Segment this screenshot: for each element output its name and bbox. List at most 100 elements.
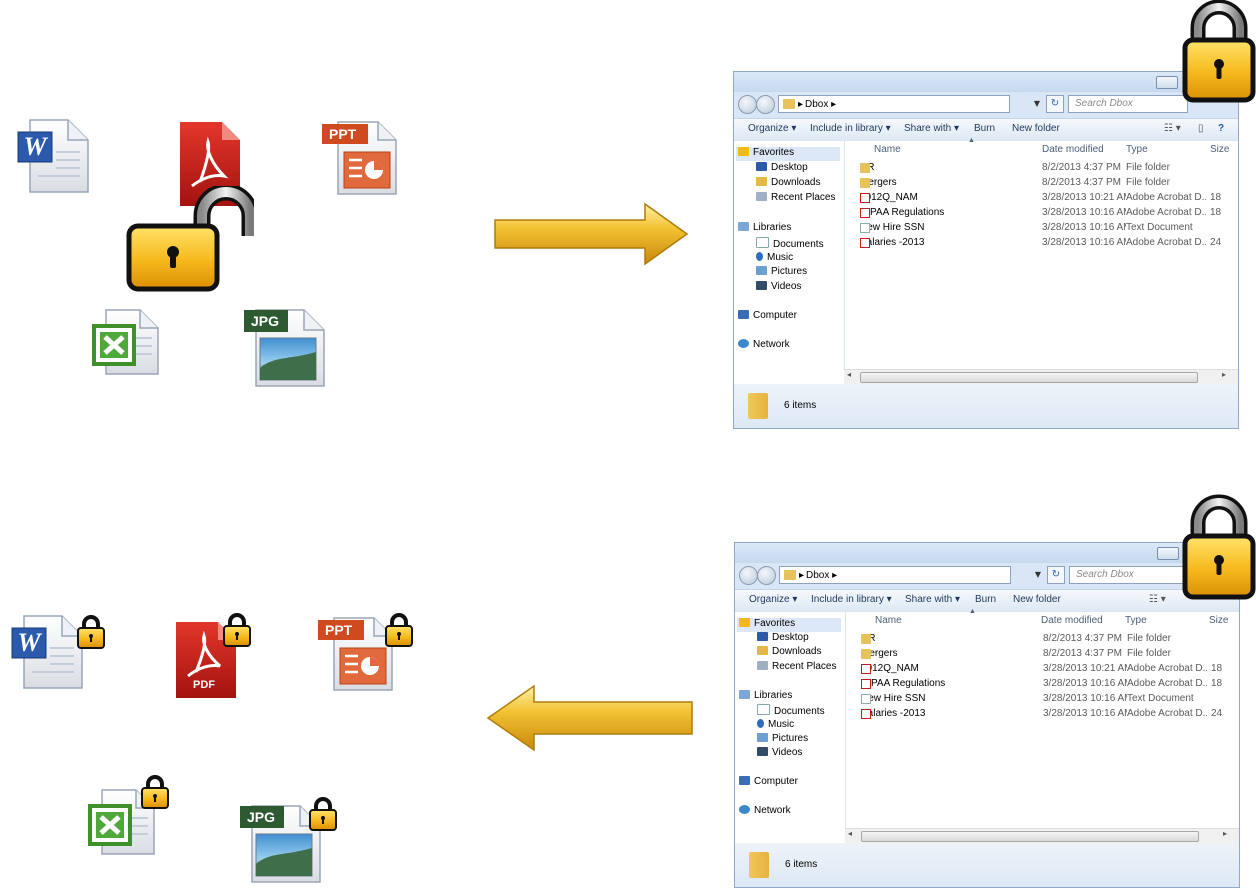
nav-item-music[interactable]: Music xyxy=(757,719,794,730)
table-row[interactable]: Salaries -2013 3/28/2013 10:16 AM Adobe Ac… xyxy=(844,236,1238,251)
file-name-cell[interactable]: 2012Q_NAM xyxy=(861,663,919,674)
nav-item-computer[interactable]: Computer xyxy=(738,310,797,321)
include-in-library-menu[interactable]: Include in library ▾ xyxy=(810,123,891,134)
back-button[interactable] xyxy=(738,95,757,114)
nav-item-favorites[interactable]: Favorites xyxy=(736,147,840,161)
table-row[interactable]: HIPAA Regulations 3/28/2013 10:16 AM Adobe… xyxy=(844,206,1238,221)
burn-button[interactable]: Burn xyxy=(974,123,995,134)
view-options-icon[interactable]: ☷ ▾ xyxy=(1149,594,1166,605)
help-icon[interactable]: ? xyxy=(1218,123,1224,134)
new-folder-button[interactable]: New folder xyxy=(1012,123,1060,134)
table-row[interactable]: Mergers 8/2/2013 4:37 PM File folder xyxy=(844,176,1238,191)
table-row[interactable]: Salaries -2013 3/28/2013 10:16 AM Adobe Ac… xyxy=(845,707,1239,722)
refresh-button[interactable]: ↻ xyxy=(1047,566,1065,584)
nav-item-downloads[interactable]: Downloads xyxy=(756,177,820,188)
table-row[interactable]: 2012Q_NAM 3/28/2013 10:21 AM Adobe Acrobat… xyxy=(845,662,1239,677)
file-name-cell[interactable]: Salaries -2013 xyxy=(861,708,925,719)
back-button[interactable] xyxy=(739,566,758,585)
file-name: HIPAA Regulations xyxy=(860,207,945,218)
organize-menu[interactable]: Organize ▾ xyxy=(748,123,796,134)
share-with-menu[interactable]: Share with ▾ xyxy=(905,594,960,605)
column-date-modified[interactable]: Date modified xyxy=(1041,615,1103,626)
file-name-cell[interactable]: HIPAA Regulations xyxy=(860,207,944,218)
pictures-icon xyxy=(756,266,767,275)
file-name-cell[interactable]: HR xyxy=(860,162,874,173)
table-row[interactable]: New Hire SSN 3/28/2013 10:16 AM Text Docum… xyxy=(844,221,1238,236)
file-name-cell[interactable]: New Hire SSN xyxy=(860,222,924,233)
column-size[interactable]: Size xyxy=(1209,615,1228,626)
nav-item-desktop[interactable]: Desktop xyxy=(757,632,809,643)
horizontal-scrollbar[interactable]: ◂ ▸ xyxy=(845,828,1239,843)
address-dropdown-icon[interactable]: ▼ xyxy=(1030,95,1044,113)
nav-item-videos[interactable]: Videos xyxy=(756,281,801,292)
share-with-menu[interactable]: Share with ▾ xyxy=(904,123,959,134)
path-chevron-icon: ▸ xyxy=(831,99,837,110)
table-row[interactable]: HIPAA Regulations 3/28/2013 10:16 AM Adobe… xyxy=(845,677,1239,692)
scroll-right-icon[interactable]: ▸ xyxy=(1223,829,1227,838)
nav-item-recent-places[interactable]: Recent Places xyxy=(756,192,835,203)
nav-item-recent-places[interactable]: Recent Places xyxy=(757,661,836,672)
pdf-file-icon xyxy=(861,679,871,689)
refresh-button[interactable]: ↻ xyxy=(1046,95,1064,113)
file-name-cell[interactable]: Mergers xyxy=(860,177,897,188)
table-row[interactable]: 2012Q_NAM 3/28/2013 10:21 AM Adobe Acrobat… xyxy=(844,191,1238,206)
view-options-icon[interactable]: ☷ ▾ xyxy=(1164,123,1181,134)
horizontal-scrollbar[interactable]: ◂ ▸ xyxy=(844,369,1238,384)
path-folder-name[interactable]: Dbox xyxy=(806,570,829,581)
column-date-modified[interactable]: Date modified xyxy=(1042,144,1104,155)
path-folder-name[interactable]: Dbox xyxy=(805,99,828,110)
address-dropdown-icon[interactable]: ▼ xyxy=(1031,566,1045,584)
scroll-left-icon[interactable]: ◂ xyxy=(848,829,852,838)
forward-button[interactable] xyxy=(757,566,776,585)
scroll-right-icon[interactable]: ▸ xyxy=(1222,370,1226,379)
nav-item-documents[interactable]: Documents xyxy=(756,237,824,250)
scrollbar-thumb[interactable] xyxy=(860,372,1198,383)
table-row[interactable]: Mergers 8/2/2013 4:37 PM File folder xyxy=(845,647,1239,662)
nav-item-pictures[interactable]: Pictures xyxy=(756,266,807,277)
nav-item-videos[interactable]: Videos xyxy=(757,747,802,758)
scroll-left-icon[interactable]: ◂ xyxy=(847,370,851,379)
nav-item-network[interactable]: Network xyxy=(739,805,791,816)
minimize-button[interactable] xyxy=(1157,547,1179,560)
nav-item-downloads[interactable]: Downloads xyxy=(757,646,821,657)
search-input[interactable]: Search Dbox xyxy=(1068,95,1188,113)
scrollbar-thumb[interactable] xyxy=(861,831,1199,842)
table-row[interactable]: New Hire SSN 3/28/2013 10:16 AM Text Docum… xyxy=(845,692,1239,707)
file-name-cell[interactable]: New Hire SSN xyxy=(861,693,925,704)
column-name[interactable]: Name xyxy=(874,144,901,155)
burn-button[interactable]: Burn xyxy=(975,594,996,605)
table-row[interactable]: HR 8/2/2013 4:37 PM File folder xyxy=(844,161,1238,176)
closed-padlock-icon xyxy=(1182,494,1256,600)
nav-item-libraries[interactable]: Libraries xyxy=(739,690,792,701)
nav-item-network[interactable]: Network xyxy=(738,339,790,350)
nav-item-libraries[interactable]: Libraries xyxy=(738,222,791,233)
include-in-library-menu[interactable]: Include in library ▾ xyxy=(811,594,892,605)
column-name[interactable]: Name xyxy=(875,615,902,626)
file-name-cell[interactable]: HR xyxy=(861,633,875,644)
nav-item-pictures[interactable]: Pictures xyxy=(757,733,808,744)
column-type[interactable]: Type xyxy=(1126,144,1148,155)
nav-item-desktop[interactable]: Desktop xyxy=(756,162,808,173)
organize-menu[interactable]: Organize ▾ xyxy=(749,594,797,605)
file-name-cell[interactable]: HIPAA Regulations xyxy=(861,678,945,689)
column-type[interactable]: Type xyxy=(1125,615,1147,626)
minimize-button[interactable] xyxy=(1156,76,1178,89)
nav-item-music[interactable]: Music xyxy=(756,252,793,263)
table-row[interactable]: HR 8/2/2013 4:37 PM File folder xyxy=(845,632,1239,647)
nav-item-computer[interactable]: Computer xyxy=(739,776,798,787)
preview-pane-icon[interactable]: ▯ xyxy=(1198,123,1204,134)
address-box[interactable]: ▸ Dbox ▸ xyxy=(778,95,1010,113)
nav-item-favorites[interactable]: Favorites xyxy=(737,618,841,632)
address-box[interactable]: ▸ Dbox ▸ xyxy=(779,566,1011,584)
cell-size: 18 xyxy=(1211,678,1223,689)
file-name-cell[interactable]: Mergers xyxy=(861,648,898,659)
column-size[interactable]: Size xyxy=(1210,144,1229,155)
file-name-cell[interactable]: Salaries -2013 xyxy=(860,237,924,248)
new-folder-button[interactable]: New folder xyxy=(1013,594,1061,605)
file-name-cell[interactable]: 2012Q_NAM xyxy=(860,192,918,203)
forward-button[interactable] xyxy=(756,95,775,114)
pdf-file-icon xyxy=(860,193,870,203)
pictures-icon xyxy=(757,733,768,742)
search-input[interactable]: Search Dbox xyxy=(1069,566,1189,584)
nav-item-documents[interactable]: Documents xyxy=(757,704,825,717)
